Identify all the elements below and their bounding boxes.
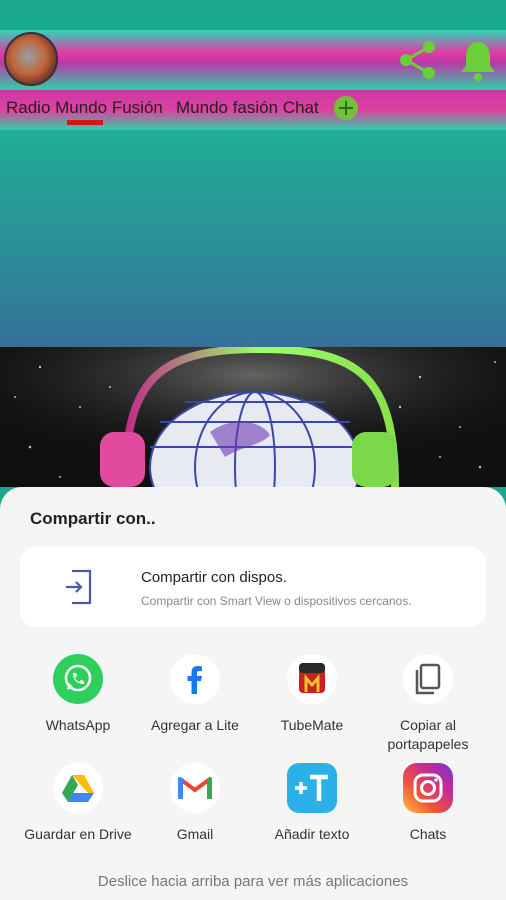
nearby-share-title: Compartir con dispos. bbox=[141, 569, 287, 586]
nearby-share-icon bbox=[66, 569, 92, 605]
copy-icon bbox=[403, 654, 453, 704]
tab-bar: Radio Mundo Fusión Mundo fasión Chat bbox=[0, 90, 506, 130]
bell-icon[interactable] bbox=[458, 38, 498, 82]
whatsapp-icon bbox=[53, 654, 103, 704]
share-target-tubemate[interactable]: TubeMate bbox=[252, 654, 372, 735]
app-label: Añadir texto bbox=[274, 826, 350, 842]
tubemate-icon bbox=[287, 654, 337, 704]
swipe-hint: Deslice hacia arriba para ver más aplica… bbox=[97, 873, 409, 890]
share-target-copy[interactable]: Copiar al portapapeles bbox=[368, 654, 488, 754]
share-sheet: Compartir con.. Compartir con dispos. Co… bbox=[0, 487, 506, 900]
app-label: Agregar a Lite bbox=[151, 717, 239, 733]
share-icon[interactable] bbox=[396, 38, 440, 82]
app-label: Gmail bbox=[176, 826, 214, 842]
drive-icon bbox=[53, 763, 103, 813]
add-tab-icon[interactable] bbox=[334, 96, 358, 120]
share-target-drive[interactable]: Guardar en Drive bbox=[18, 763, 138, 844]
share-target-whatsapp[interactable]: WhatsApp bbox=[18, 654, 138, 735]
active-tab-indicator bbox=[67, 120, 103, 125]
station-logo[interactable] bbox=[4, 32, 58, 86]
share-target-add-text[interactable]: Añadir texto bbox=[252, 763, 372, 844]
status-bar bbox=[0, 0, 506, 30]
nearby-share-subtitle: Compartir con Smart View o dispositivos … bbox=[141, 594, 412, 608]
app-label: TubeMate bbox=[280, 717, 344, 733]
share-target-facebook-lite[interactable]: Agregar a Lite bbox=[135, 654, 255, 735]
app-label: WhatsApp bbox=[45, 717, 111, 733]
instagram-icon bbox=[403, 763, 453, 813]
app-label: Guardar en Drive bbox=[24, 826, 132, 842]
app-bar bbox=[0, 30, 506, 90]
share-target-instagram[interactable]: Chats bbox=[368, 763, 488, 844]
app-label: Copiar al portapapeles bbox=[387, 717, 469, 752]
facebook-lite-icon bbox=[170, 654, 220, 704]
nearby-share-card[interactable]: Compartir con dispos. Compartir con Smar… bbox=[20, 547, 486, 627]
content-background bbox=[0, 130, 506, 347]
tab-radio[interactable]: Radio Mundo Fusión bbox=[6, 98, 163, 118]
globe-headphones-image bbox=[0, 347, 506, 487]
share-target-gmail[interactable]: Gmail bbox=[135, 763, 255, 844]
tab-chat[interactable]: Mundo fasión Chat bbox=[176, 98, 319, 118]
gmail-icon bbox=[170, 763, 220, 813]
app-label: Chats bbox=[409, 826, 447, 842]
add-text-icon bbox=[287, 763, 337, 813]
share-sheet-title: Compartir con.. bbox=[30, 509, 156, 528]
